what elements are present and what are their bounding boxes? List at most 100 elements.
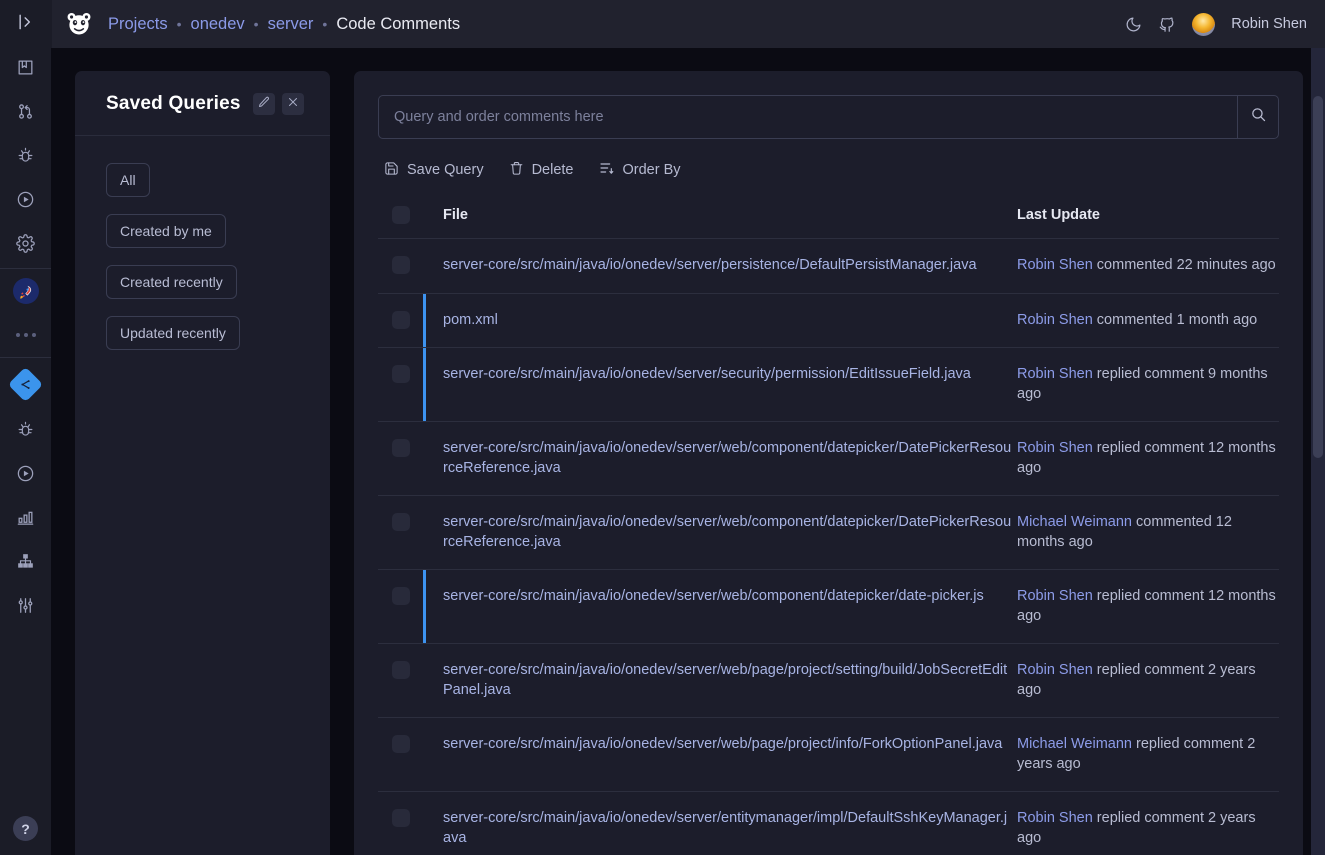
user-link[interactable]: Robin Shen [1017, 257, 1093, 273]
breadcrumb-item-server[interactable]: server [268, 15, 314, 34]
comments-table: File Last Update server-core/src/main/ja… [378, 206, 1279, 855]
file-link[interactable]: server-core/src/main/java/io/onedev/serv… [443, 256, 1015, 276]
breadcrumb-separator: • [253, 16, 259, 32]
github-cat-icon[interactable] [1158, 15, 1176, 33]
sidebar-item-more[interactable] [0, 313, 51, 357]
file-link[interactable]: server-core/src/main/java/io/onedev/serv… [443, 661, 1015, 700]
sidebar-item-project-stats[interactable] [0, 498, 51, 542]
user-link[interactable]: Robin Shen [1017, 810, 1093, 826]
saved-queries-header: Saved Queries [75, 71, 330, 136]
pull-request-icon [16, 102, 35, 126]
sidebar-item-project-issues[interactable] [0, 410, 51, 454]
top-bar-actions: Robin Shen [1125, 12, 1325, 36]
table-row[interactable]: server-core/src/main/java/io/onedev/serv… [378, 792, 1279, 855]
sidebar-item-project-onedev[interactable] [0, 269, 51, 313]
sidebar-item-code[interactable] [0, 358, 51, 410]
sidebar-item-builds[interactable] [0, 180, 51, 224]
username-label[interactable]: Robin Shen [1231, 16, 1307, 32]
sidebar-item-project-packages[interactable] [0, 542, 51, 586]
sidebar-item-files[interactable] [0, 48, 51, 92]
sidebar-item-pull-requests[interactable] [0, 92, 51, 136]
table-row[interactable]: server-core/src/main/java/io/onedev/serv… [378, 570, 1279, 644]
breadcrumb-item-onedev[interactable]: onedev [191, 15, 245, 34]
row-checkbox[interactable] [392, 809, 410, 827]
table-row[interactable]: server-core/src/main/java/io/onedev/serv… [378, 422, 1279, 496]
sidebar-pinned-projects [0, 269, 51, 357]
row-update-text: Robin Shen commented 1 month ago [1017, 312, 1257, 328]
file-link[interactable]: server-core/src/main/java/io/onedev/serv… [443, 587, 1015, 607]
order-by-button[interactable]: Order By [599, 160, 681, 180]
user-link[interactable]: Michael Weimann [1017, 736, 1132, 752]
row-file-cell: server-core/src/main/java/io/onedev/serv… [432, 513, 1015, 552]
row-file-cell: server-core/src/main/java/io/onedev/serv… [432, 256, 1015, 276]
user-link[interactable]: Robin Shen [1017, 312, 1093, 328]
row-update-cell: Michael Weimann commented 12 months ago [1015, 513, 1279, 552]
table-row[interactable]: server-core/src/main/java/io/onedev/serv… [378, 239, 1279, 294]
user-link[interactable]: Robin Shen [1017, 588, 1093, 604]
help-button[interactable]: ? [13, 816, 38, 841]
search-input[interactable] [378, 95, 1237, 139]
row-update-cell: Robin Shen replied comment 12 months ago [1015, 587, 1279, 626]
row-select-cell [378, 310, 432, 329]
row-checkbox[interactable] [392, 735, 410, 753]
panel-toggle-button[interactable] [0, 0, 52, 48]
row-checkbox[interactable] [392, 587, 410, 605]
file-link[interactable]: server-core/src/main/java/io/onedev/serv… [443, 365, 1015, 385]
file-link[interactable]: server-core/src/main/java/io/onedev/serv… [443, 513, 1015, 552]
delete-button[interactable]: Delete [509, 161, 574, 180]
rocket-icon [12, 278, 39, 304]
row-checkbox[interactable] [392, 256, 410, 274]
saved-query-all[interactable]: All [106, 163, 150, 197]
saved-query-created-recently[interactable]: Created recently [106, 265, 237, 299]
table-header-row: File Last Update [378, 206, 1279, 239]
saved-query-updated-recently[interactable]: Updated recently [106, 316, 240, 350]
sidebar-item-project-settings[interactable] [0, 586, 51, 630]
moon-icon[interactable] [1125, 16, 1142, 33]
search-button[interactable] [1237, 95, 1279, 139]
saved-query-created-by-me[interactable]: Created by me [106, 214, 226, 248]
edit-saved-queries-button[interactable] [252, 93, 275, 115]
user-link[interactable]: Robin Shen [1017, 440, 1093, 456]
panel-toggle-icon [16, 12, 36, 37]
row-checkbox[interactable] [392, 661, 410, 679]
row-update-text: Robin Shen replied comment 2 years ago [1017, 662, 1256, 698]
save-query-button[interactable]: Save Query [384, 161, 484, 180]
user-link[interactable]: Robin Shen [1017, 662, 1093, 678]
select-all-checkbox[interactable] [392, 206, 410, 224]
sidebar-item-project-builds[interactable] [0, 454, 51, 498]
bug-icon [16, 420, 35, 444]
avatar[interactable] [1192, 12, 1216, 36]
user-link[interactable]: Michael Weimann [1017, 514, 1132, 530]
file-link[interactable]: server-core/src/main/java/io/onedev/serv… [443, 809, 1015, 848]
breadcrumb-item-projects[interactable]: Projects [108, 15, 168, 34]
table-row[interactable]: server-core/src/main/java/io/onedev/serv… [378, 348, 1279, 422]
sidebar-item-settings[interactable] [0, 224, 51, 268]
sidebar-global-nav [0, 48, 51, 268]
file-link[interactable]: server-core/src/main/java/io/onedev/serv… [443, 439, 1015, 478]
row-checkbox[interactable] [392, 439, 410, 457]
onedev-panda-logo[interactable] [62, 7, 96, 41]
file-link[interactable]: pom.xml [443, 311, 1015, 331]
sidebar-item-issues[interactable] [0, 136, 51, 180]
row-update-text: Robin Shen replied comment 12 months ago [1017, 440, 1276, 476]
query-toolbar: Save Query Delete Order By [378, 160, 1279, 180]
scrollbar-thumb[interactable] [1313, 96, 1323, 458]
user-link[interactable]: Robin Shen [1017, 366, 1093, 382]
app-shell: ? Saved Queries All Created by me Create… [0, 48, 1325, 855]
saved-queries-actions [252, 93, 304, 115]
row-checkbox[interactable] [392, 513, 410, 531]
breadcrumb-separator: • [176, 16, 182, 32]
table-row[interactable]: pom.xml Robin Shen commented 1 month ago [378, 293, 1279, 348]
table-row[interactable]: server-core/src/main/java/io/onedev/serv… [378, 496, 1279, 570]
vertical-scrollbar[interactable] [1311, 48, 1325, 855]
row-update-text: Robin Shen replied comment 9 months ago [1017, 366, 1268, 402]
close-saved-queries-button[interactable] [281, 93, 304, 115]
row-update-text: Michael Weimann replied comment 2 years … [1017, 736, 1255, 772]
file-link[interactable]: server-core/src/main/java/io/onedev/serv… [443, 735, 1015, 755]
table-row[interactable]: server-core/src/main/java/io/onedev/serv… [378, 718, 1279, 792]
row-checkbox[interactable] [392, 310, 410, 329]
table-row[interactable]: server-core/src/main/java/io/onedev/serv… [378, 644, 1279, 718]
row-checkbox[interactable] [392, 365, 410, 383]
row-file-cell: server-core/src/main/java/io/onedev/serv… [432, 735, 1015, 755]
row-select-cell [378, 513, 432, 531]
